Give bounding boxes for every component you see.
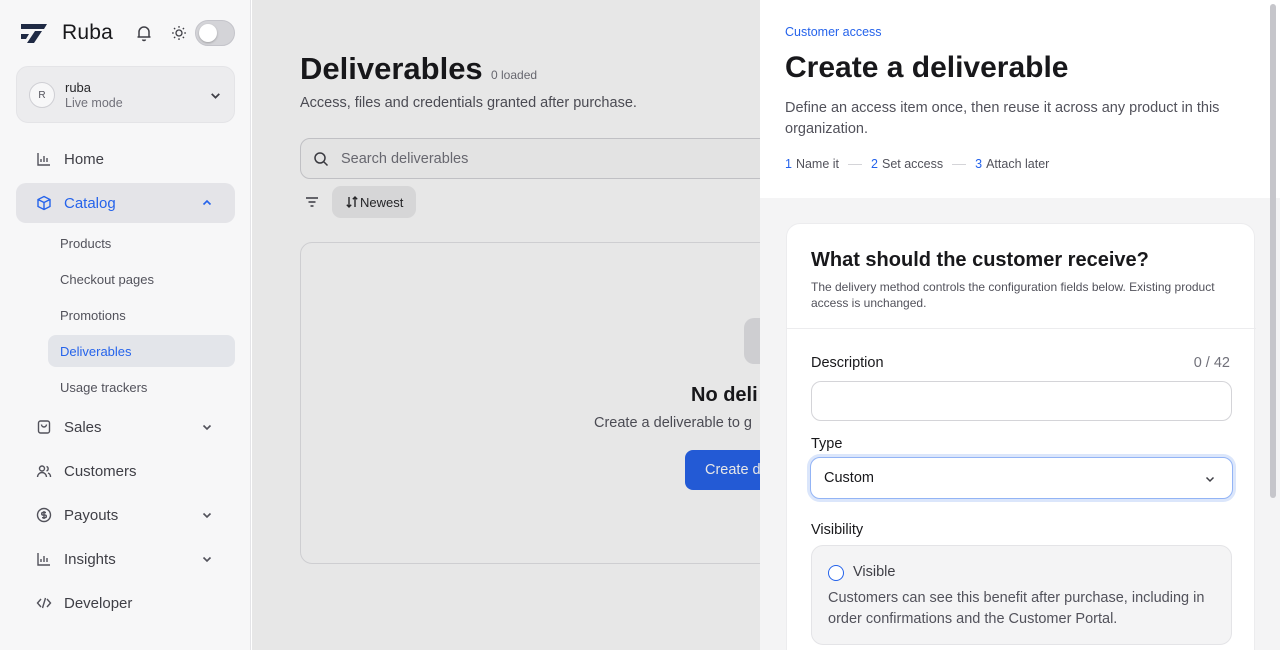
- nav-sales-label: Sales: [64, 418, 102, 436]
- visibility-option-visible[interactable]: Visible Customers can see this benefit a…: [811, 545, 1232, 645]
- type-select-value: Custom: [824, 470, 874, 486]
- account-mode: Live mode: [65, 96, 123, 110]
- visibility-label: Visibility: [811, 522, 864, 538]
- drawer-eyebrow: Customer access: [785, 25, 882, 39]
- step-3-label: Attach later: [986, 157, 1050, 171]
- step-separator: [952, 163, 967, 165]
- nav-developer-label: Developer: [64, 594, 133, 612]
- deliverable-form-card: What should the customer receive? The de…: [786, 223, 1256, 650]
- nav-sales[interactable]: Sales: [16, 407, 235, 447]
- drawer-subtitle: Define an access item once, then reuse i…: [785, 100, 1220, 137]
- toggle-knob: [199, 24, 217, 42]
- drawer-header: Customer access Create a deliverable Def…: [760, 0, 1280, 198]
- sun-icon: [172, 26, 186, 40]
- type-select[interactable]: Custom: [810, 457, 1233, 499]
- nav-payouts-label: Payouts: [64, 506, 119, 524]
- step-1-label: Name it: [795, 157, 840, 171]
- step-separator: [848, 163, 863, 165]
- card-title: What should the customer receive?: [811, 249, 1149, 271]
- description-input[interactable]: [811, 381, 1232, 421]
- sidebar: Ruba R ruba Live mode Home Catalog Produ…: [0, 0, 251, 650]
- code-icon: [36, 597, 52, 609]
- bag-icon: [37, 420, 51, 434]
- sub-item-promotions[interactable]: Promotions: [48, 299, 235, 331]
- brand-name: Ruba: [62, 21, 114, 44]
- chevron-up-icon: [202, 199, 212, 206]
- sub-item-checkout-pages[interactable]: Checkout pages: [48, 263, 235, 295]
- theme-toggle[interactable]: [195, 20, 235, 46]
- nav-developer[interactable]: Developer: [16, 583, 235, 623]
- chevron-down-icon: [1205, 476, 1215, 483]
- chevron-down-icon: [202, 556, 212, 563]
- drawer-title: Create a deliverable: [785, 51, 1069, 84]
- nav-home[interactable]: Home: [16, 139, 235, 179]
- sub-item-deliverables[interactable]: Deliverables: [48, 335, 235, 367]
- insights-chart-icon: [37, 553, 50, 566]
- visible-option-label: Visible: [853, 564, 896, 580]
- dollar-circle-icon: [36, 507, 52, 523]
- step-1-number: 1: [785, 157, 792, 171]
- nav-payouts[interactable]: Payouts: [16, 495, 235, 535]
- home-chart-icon: [37, 153, 50, 166]
- account-switcher[interactable]: R ruba Live mode: [16, 66, 235, 123]
- step-2-label: Set access: [881, 157, 944, 171]
- nav-home-label: Home: [64, 150, 105, 168]
- step-2-number: 2: [871, 157, 878, 171]
- description-counter: 0 / 42: [1193, 355, 1230, 371]
- chevron-down-icon: [211, 93, 220, 99]
- nav-insights-label: Insights: [64, 550, 116, 568]
- visible-radio[interactable]: [828, 565, 844, 581]
- create-deliverable-drawer: Customer access Create a deliverable Def…: [760, 0, 1280, 650]
- drawer-scrollbar[interactable]: [1270, 4, 1276, 498]
- nav-customers-label: Customers: [64, 462, 137, 480]
- nav-insights[interactable]: Insights: [16, 539, 235, 579]
- chevron-down-icon: [202, 424, 212, 431]
- nav-catalog[interactable]: Catalog: [16, 183, 235, 223]
- bell-icon[interactable]: [135, 24, 153, 42]
- account-name: ruba: [65, 80, 92, 95]
- brand-logo-icon: [21, 24, 47, 43]
- avatar: R: [29, 82, 55, 108]
- box-icon: [37, 195, 51, 211]
- users-icon: [36, 465, 52, 478]
- card-divider: [787, 328, 1256, 329]
- sub-item-products[interactable]: Products: [48, 227, 235, 259]
- sub-item-usage-trackers[interactable]: Usage trackers: [48, 371, 235, 403]
- nav-customers[interactable]: Customers: [16, 451, 235, 491]
- visible-option-description: Customers can see this benefit after pur…: [828, 590, 1205, 627]
- step-3-number: 3: [975, 157, 983, 171]
- card-subtitle: The delivery method controls the configu…: [811, 280, 1215, 310]
- type-label: Type: [811, 436, 843, 452]
- brand[interactable]: Ruba: [20, 20, 113, 46]
- chevron-down-icon: [202, 512, 212, 519]
- description-label: Description: [811, 355, 884, 371]
- nav-catalog-label: Catalog: [64, 194, 116, 212]
- steps-indicator: 1 Name it 2 Set access 3 Attach later: [785, 157, 1049, 171]
